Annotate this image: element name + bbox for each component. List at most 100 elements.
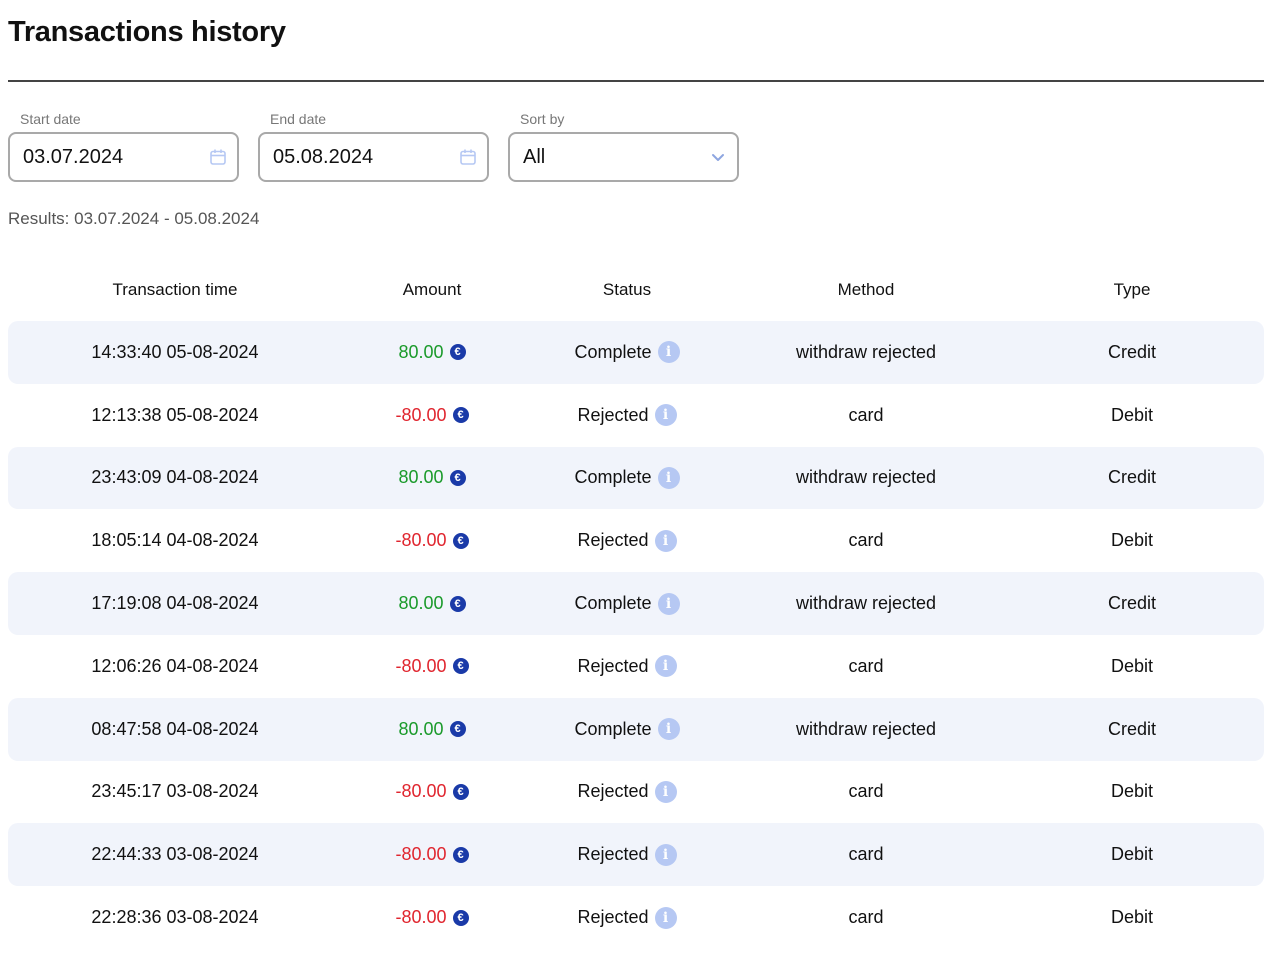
euro-icon: €	[449, 344, 466, 361]
transaction-status: Complete i	[522, 572, 732, 635]
transaction-time: 12:06:26 04-08-2024	[8, 635, 342, 698]
euro-icon: €	[452, 407, 469, 424]
transaction-amount: 80.00 €	[342, 698, 522, 761]
transaction-method: withdraw rejected	[732, 698, 1000, 761]
transaction-method: card	[732, 509, 1000, 572]
transaction-method: card	[732, 635, 1000, 698]
table-row[interactable]: 22:44:33 03-08-2024 -80.00 € Rejected i card D…	[8, 823, 1264, 887]
end-date-value: 05.08.2024	[273, 145, 374, 168]
transaction-status: Rejected i	[522, 761, 732, 824]
column-header-method: Method	[837, 280, 895, 299]
amount-value: -80.00	[395, 655, 447, 676]
table-row[interactable]: 17:19:08 04-08-2024 80.00 € Complete i withdr…	[8, 572, 1264, 635]
status-text: Rejected	[577, 844, 649, 865]
transaction-type: Debit	[1000, 823, 1264, 886]
start-date-value: 03.07.2024	[23, 145, 124, 168]
info-icon[interactable]: i	[657, 466, 680, 489]
table-row[interactable]: 08:47:58 04-08-2024 80.00 € Complete i withdr…	[8, 697, 1264, 761]
transaction-amount: -80.00 €	[342, 635, 522, 698]
calendar-icon[interactable]	[459, 148, 477, 166]
method-text: card	[848, 907, 884, 928]
info-icon[interactable]: i	[657, 341, 680, 364]
sort-by-select[interactable]: All	[508, 132, 739, 182]
amount-value: -80.00	[395, 530, 447, 551]
transaction-status: Rejected i	[522, 509, 732, 572]
amount-value: -80.00	[395, 404, 447, 425]
amount-value: -80.00	[395, 907, 447, 928]
table-row[interactable]: 22:28:36 03-08-2024 -80.00 € Rejected i card D…	[8, 886, 1264, 949]
status-text: Rejected	[577, 530, 649, 551]
transaction-time-text: 23:45:17 03-08-2024	[91, 781, 259, 802]
transaction-type: Credit	[1000, 572, 1264, 635]
transaction-method: card	[732, 886, 1000, 949]
end-date-input[interactable]: 05.08.2024	[258, 132, 489, 182]
sort-by-label: Sort by	[520, 111, 565, 127]
sort-by-filter: Sort by All	[508, 110, 739, 182]
transaction-status: Rejected i	[522, 635, 732, 698]
type-text: Debit	[1110, 404, 1154, 425]
info-icon[interactable]: i	[654, 780, 677, 803]
amount-value: 80.00	[398, 593, 444, 614]
table-row[interactable]: 18:05:14 04-08-2024 -80.00 € Rejected i card D…	[8, 509, 1264, 572]
calendar-icon[interactable]	[209, 148, 227, 166]
transaction-status: Rejected i	[522, 384, 732, 447]
info-icon[interactable]: i	[654, 843, 677, 866]
transaction-status: Complete i	[522, 698, 732, 761]
transaction-type: Credit	[1000, 698, 1264, 761]
status-text: Complete	[574, 341, 652, 362]
status-text: Rejected	[577, 907, 649, 928]
table-row[interactable]: 23:45:17 03-08-2024 -80.00 € Rejected i card D…	[8, 761, 1264, 824]
method-text: card	[848, 655, 884, 676]
transaction-time-text: 12:13:38 05-08-2024	[91, 404, 259, 425]
transaction-status: Complete i	[522, 447, 732, 510]
table-row[interactable]: 14:33:40 05-08-2024 80.00 € Complete i withdr…	[8, 321, 1264, 384]
transaction-time: 22:28:36 03-08-2024	[8, 886, 342, 949]
transaction-method: card	[732, 823, 1000, 886]
euro-icon: €	[452, 846, 469, 863]
info-icon[interactable]: i	[654, 529, 677, 552]
info-icon[interactable]: i	[657, 592, 680, 615]
transaction-time-text: 23:43:09 04-08-2024	[91, 467, 259, 488]
transaction-amount: 80.00 €	[342, 447, 522, 510]
transaction-method: card	[732, 761, 1000, 824]
method-text: card	[848, 781, 884, 802]
euro-icon: €	[452, 783, 469, 800]
transaction-type: Debit	[1000, 761, 1264, 824]
transaction-time: 17:19:08 04-08-2024	[8, 572, 342, 635]
transaction-amount: -80.00 €	[342, 823, 522, 886]
table-row[interactable]: 12:13:38 05-08-2024 -80.00 € Rejected i card D…	[8, 384, 1264, 447]
table-row[interactable]: 12:06:26 04-08-2024 -80.00 € Rejected i card D…	[8, 635, 1264, 698]
info-icon[interactable]: i	[654, 655, 677, 678]
transaction-time-text: 12:06:26 04-08-2024	[91, 655, 259, 676]
info-icon[interactable]: i	[654, 404, 677, 427]
info-icon[interactable]: i	[657, 718, 680, 741]
transaction-amount: -80.00 €	[342, 384, 522, 447]
amount-value: 80.00	[398, 718, 444, 739]
type-text: Credit	[1107, 341, 1156, 362]
chevron-down-icon[interactable]	[709, 148, 727, 166]
status-text: Rejected	[577, 655, 649, 676]
start-date-label: Start date	[20, 111, 81, 127]
start-date-input[interactable]: 03.07.2024	[8, 132, 239, 182]
info-icon[interactable]: i	[654, 906, 677, 929]
status-text: Rejected	[577, 404, 649, 425]
transaction-type: Credit	[1000, 321, 1264, 384]
transaction-time: 08:47:58 04-08-2024	[8, 698, 342, 761]
status-text: Complete	[574, 467, 652, 488]
transactions-table-body: 14:33:40 05-08-2024 80.00 € Complete i withdr…	[8, 321, 1264, 949]
table-row[interactable]: 23:43:09 04-08-2024 80.00 € Complete i withdr…	[8, 446, 1264, 510]
transaction-amount: -80.00 €	[342, 509, 522, 572]
transaction-status: Rejected i	[522, 823, 732, 886]
type-text: Credit	[1107, 593, 1156, 614]
transaction-type: Debit	[1000, 635, 1264, 698]
amount-value: -80.00	[395, 844, 447, 865]
transaction-amount: 80.00 €	[342, 321, 522, 384]
amount-value: -80.00	[395, 781, 447, 802]
transaction-time: 23:43:09 04-08-2024	[8, 447, 342, 510]
page-title: Transactions history	[8, 16, 286, 48]
euro-icon: €	[449, 469, 466, 486]
transaction-type: Debit	[1000, 886, 1264, 949]
end-date-label: End date	[270, 111, 327, 127]
status-text: Complete	[574, 718, 652, 739]
method-text: withdraw rejected	[795, 341, 937, 362]
